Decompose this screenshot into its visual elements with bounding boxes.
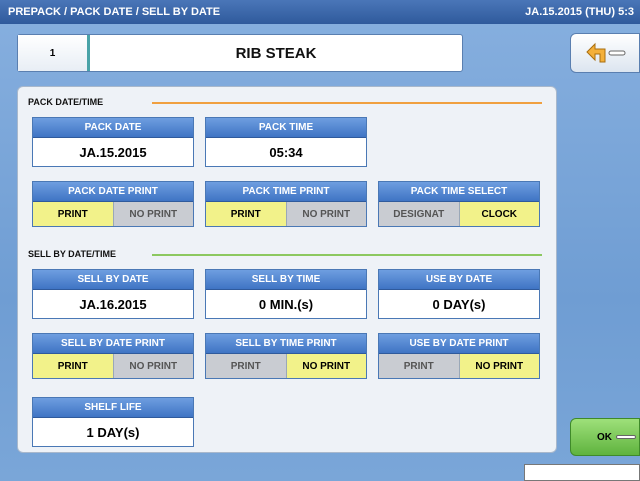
sell-by-time-value: 0 MIN.(s) — [258, 296, 314, 312]
pack-time-value: 05:34 — [269, 144, 303, 160]
sell-by-date-value: JA.16.2015 — [79, 296, 147, 312]
sell-by-time-print-label: SELL BY TIME PRINT — [206, 334, 366, 354]
breadcrumb: PREPACK / PACK DATE / SELL BY DATE — [8, 6, 221, 18]
sell-section-label: SELL BY DATE/TIME — [28, 249, 117, 259]
pack-date-print-label: PACK DATE PRINT — [33, 182, 193, 202]
title-bar: PREPACK / PACK DATE / SELL BY DATE JA.15… — [0, 0, 640, 24]
use-by-date-field[interactable]: USE BY DATE 0 DAY(s) — [378, 269, 540, 319]
use-by-date-print-option-print[interactable]: PRINT — [379, 354, 460, 378]
sell-by-date-field[interactable]: SELL BY DATE JA.16.2015 — [32, 269, 194, 319]
pack-date-value: JA.15.2015 — [79, 144, 147, 160]
pack-time-select-label: PACK TIME SELECT — [379, 182, 539, 202]
pack-section-label: PACK DATE/TIME — [28, 97, 104, 107]
shelf-life-field[interactable]: SHELF LIFE 1 DAY(s) — [32, 397, 194, 447]
sell-by-time-print-toggle: SELL BY TIME PRINT PRINT NO PRINT — [205, 333, 367, 379]
sell-by-date-print-option-no-print[interactable]: NO PRINT — [113, 354, 193, 378]
status-strip — [524, 464, 640, 481]
use-by-date-value: 0 DAY(s) — [432, 296, 486, 312]
use-by-date-print-toggle: USE BY DATE PRINT PRINT NO PRINT — [378, 333, 540, 379]
pack-date-print-option-no-print[interactable]: NO PRINT — [113, 202, 193, 226]
sell-section-divider — [152, 254, 542, 256]
pack-date-print-toggle: PACK DATE PRINT PRINT NO PRINT — [32, 181, 194, 227]
ok-button[interactable]: OK — [570, 418, 640, 456]
sell-by-time-print-option-no-print[interactable]: NO PRINT — [286, 354, 366, 378]
pack-time-print-label: PACK TIME PRINT — [206, 182, 366, 202]
pack-time-print-option-print[interactable]: PRINT — [206, 202, 287, 226]
pack-time-select-option-clock[interactable]: CLOCK — [459, 202, 539, 226]
pack-time-print-toggle: PACK TIME PRINT PRINT NO PRINT — [205, 181, 367, 227]
sell-by-date-print-label: SELL BY DATE PRINT — [33, 334, 193, 354]
item-name: RIB STEAK — [235, 44, 317, 62]
sell-by-time-label: SELL BY TIME — [206, 270, 366, 290]
pack-date-label: PACK DATE — [33, 118, 193, 138]
pack-time-select-option-designat[interactable]: DESIGNAT — [379, 202, 460, 226]
use-by-date-label: USE BY DATE — [379, 270, 539, 290]
date-time-display: JA.15.2015 (THU) 5:3 — [525, 6, 634, 18]
sell-by-date-print-option-print[interactable]: PRINT — [33, 354, 114, 378]
back-button[interactable] — [570, 33, 640, 73]
use-by-date-print-option-no-print[interactable]: NO PRINT — [459, 354, 539, 378]
pack-date-field[interactable]: PACK DATE JA.15.2015 — [32, 117, 194, 167]
settings-panel: PACK DATE/TIME PACK DATE JA.15.2015 PACK… — [17, 86, 557, 453]
shelf-life-value: 1 DAY(s) — [86, 424, 140, 440]
sell-by-time-print-option-print[interactable]: PRINT — [206, 354, 287, 378]
item-header[interactable]: 1 RIB STEAK — [17, 34, 463, 72]
pack-time-select-toggle: PACK TIME SELECT DESIGNAT CLOCK — [378, 181, 540, 227]
pack-section-divider — [152, 102, 542, 104]
use-by-date-print-label: USE BY DATE PRINT — [379, 334, 539, 354]
sell-by-time-field[interactable]: SELL BY TIME 0 MIN.(s) — [205, 269, 367, 319]
back-arrow-icon — [586, 42, 626, 63]
ok-button-label: OK — [597, 431, 612, 443]
sell-by-date-print-toggle: SELL BY DATE PRINT PRINT NO PRINT — [32, 333, 194, 379]
pack-time-field[interactable]: PACK TIME 05:34 — [205, 117, 367, 167]
sell-by-date-label: SELL BY DATE — [33, 270, 193, 290]
pack-date-print-option-print[interactable]: PRINT — [33, 202, 114, 226]
item-number: 1 — [18, 35, 90, 71]
pack-time-label: PACK TIME — [206, 118, 366, 138]
pack-time-print-option-no-print[interactable]: NO PRINT — [286, 202, 366, 226]
ok-key-icon — [616, 435, 636, 439]
shelf-life-label: SHELF LIFE — [33, 398, 193, 418]
